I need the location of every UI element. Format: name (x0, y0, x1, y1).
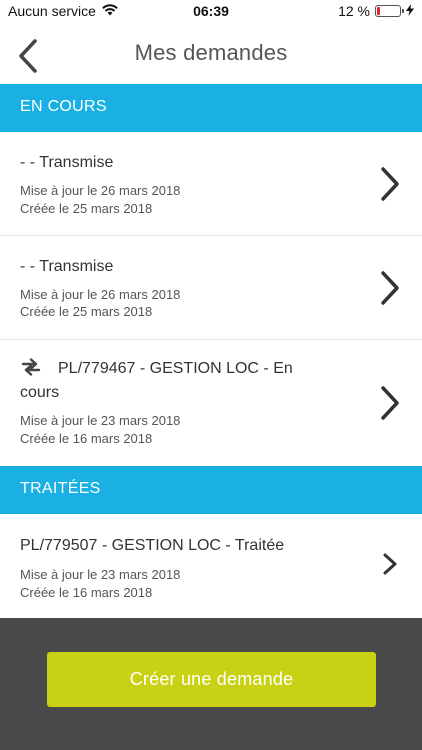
battery-percent: 12 % (338, 3, 370, 19)
battery-icon (375, 5, 404, 17)
request-title-line1: PL/779467 - GESTION LOC - En (58, 360, 293, 377)
request-item[interactable]: - - Transmise Mise à jour le 26 mars 201… (0, 132, 422, 236)
request-item[interactable]: PL/779507 - GESTION LOC - Traitée Mise à… (0, 514, 422, 618)
request-title: - - Transmise (20, 258, 114, 275)
chevron-right-icon (381, 271, 399, 305)
status-bar: Aucun service 06:39 12 % (0, 0, 422, 24)
request-created-date: Créée le 16 mars 2018 (20, 431, 153, 446)
page-title: Mes demandes (134, 40, 288, 65)
footer-bar: Créer une demande (0, 618, 422, 750)
request-created-date: Créée le 25 mars 2018 (20, 304, 153, 319)
section-header-in-progress: EN COURS (0, 84, 422, 132)
request-title: PL/779507 - GESTION LOC - Traitée (20, 537, 285, 554)
request-title: - - Transmise (20, 154, 114, 171)
nav-header: Mes demandes (0, 24, 422, 84)
create-request-button[interactable]: Créer une demande (47, 652, 376, 707)
chevron-right-icon (381, 386, 399, 420)
request-title-line2: cours (20, 384, 60, 401)
section-header-done: TRAITÉES (0, 466, 422, 514)
request-created-date: Créée le 25 mars 2018 (20, 201, 153, 216)
battery-level (377, 7, 380, 15)
status-right: 12 % (338, 3, 414, 19)
request-item[interactable]: - - Transmise Mise à jour le 26 mars 201… (0, 236, 422, 340)
request-updated-date: Mise à jour le 23 mars 2018 (20, 413, 181, 428)
chevron-right-icon (381, 167, 399, 201)
request-created-date: Créée le 16 mars 2018 (20, 585, 153, 600)
chevron-right-icon (383, 553, 397, 575)
request-item[interactable]: PL/779467 - GESTION LOC - En cours Mise … (0, 340, 422, 466)
request-updated-date: Mise à jour le 23 mars 2018 (20, 567, 181, 582)
request-updated-date: Mise à jour le 26 mars 2018 (20, 183, 181, 198)
sync-icon (20, 358, 42, 376)
request-title: PL/779467 - GESTION LOC - En (20, 357, 293, 381)
charging-bolt-icon (406, 3, 414, 19)
request-updated-date: Mise à jour le 26 mars 2018 (20, 287, 181, 302)
